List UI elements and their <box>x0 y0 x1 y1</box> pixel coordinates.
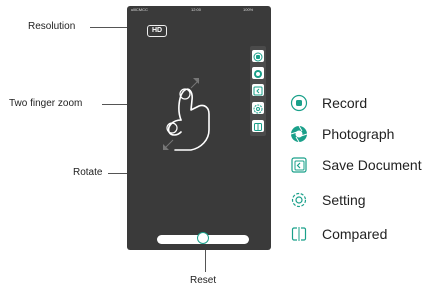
record-icon <box>253 52 263 62</box>
compared-button[interactable] <box>252 120 264 132</box>
setting-icon <box>253 104 263 114</box>
phone-screen: ulllCMCC 12:00 100% HD <box>127 6 271 250</box>
two-finger-zoom-gesture-icon <box>163 78 210 151</box>
reset-button[interactable] <box>197 232 209 244</box>
save-document-button[interactable] <box>252 84 264 96</box>
record-icon <box>290 94 308 112</box>
carrier-text: ulllCMCC <box>131 7 148 12</box>
legend-item: Compared <box>290 224 387 244</box>
resolution-button[interactable]: HD <box>147 25 167 37</box>
legend-item: Photograph <box>290 124 394 144</box>
side-toolbar <box>250 46 266 136</box>
reset-callout: Reset <box>190 275 217 286</box>
legend-label: Compared <box>322 226 388 242</box>
rotate-dial[interactable] <box>127 166 271 228</box>
save-document-icon <box>290 156 308 174</box>
resolution-callout: Resolution <box>28 21 76 32</box>
compared-icon <box>254 123 262 131</box>
legend-label: Setting <box>322 192 366 208</box>
photograph-button[interactable] <box>252 67 264 79</box>
legend-label: Save Document <box>322 157 422 173</box>
photograph-icon <box>254 70 262 78</box>
photograph-icon <box>290 125 308 143</box>
setting-icon <box>290 191 308 209</box>
battery-text: 100% <box>243 7 254 12</box>
status-time: 12:00 <box>191 7 202 12</box>
legend-item: Save Document <box>290 155 422 175</box>
legend-label: Photograph <box>322 126 395 142</box>
record-button[interactable] <box>252 50 264 62</box>
setting-button[interactable] <box>252 102 264 114</box>
compared-icon <box>290 225 308 243</box>
two-finger-zoom-callout: Two finger zoom <box>9 98 83 109</box>
legend-item: Record <box>290 93 367 113</box>
status-bar: ulllCMCC 12:00 100% <box>127 6 271 14</box>
save-document-icon <box>253 86 263 96</box>
legend-label: Record <box>322 95 368 111</box>
rotate-callout: Rotate <box>73 167 103 178</box>
legend-item: Setting <box>290 190 366 210</box>
